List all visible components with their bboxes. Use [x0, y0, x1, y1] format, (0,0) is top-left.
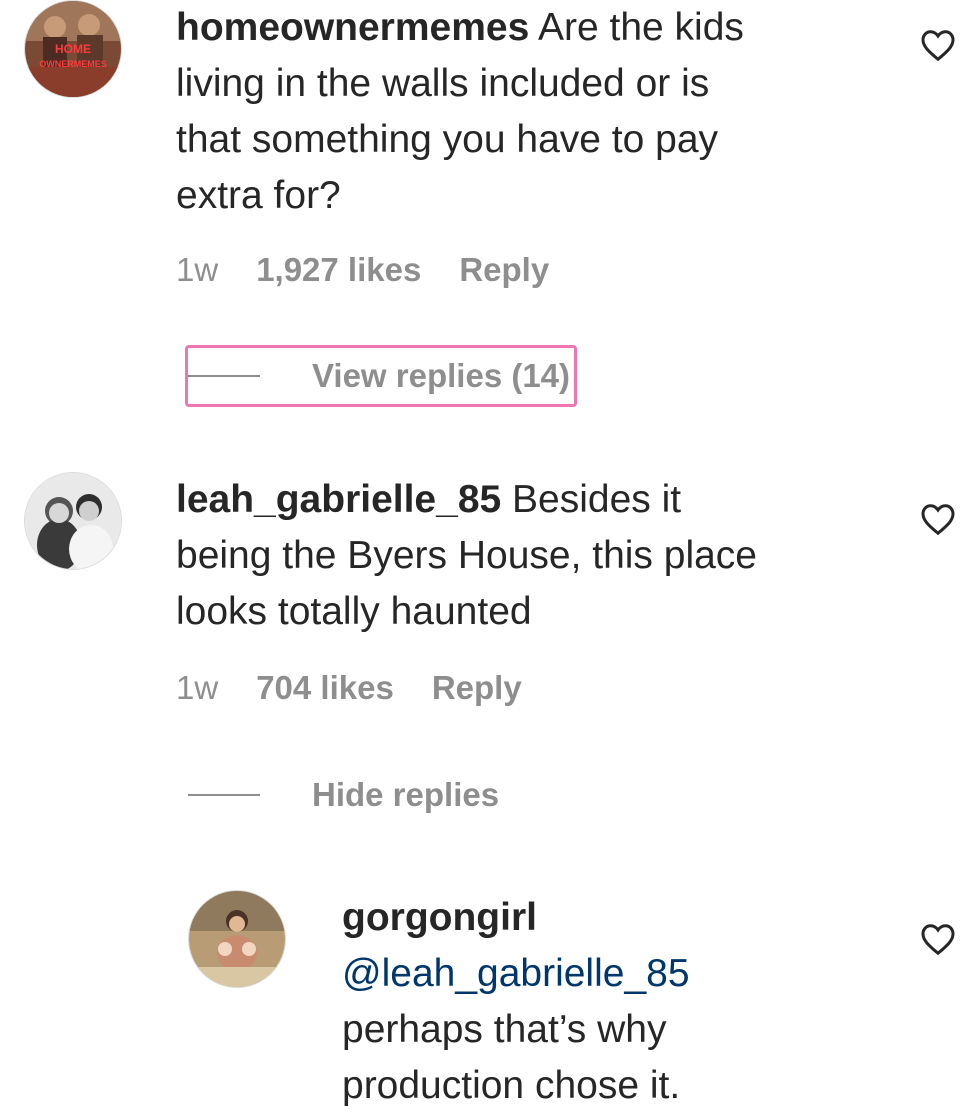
- hide-replies-button[interactable]: Hide replies: [188, 773, 499, 817]
- like-heart-icon[interactable]: [920, 502, 956, 536]
- comment-likes[interactable]: 704 likes: [256, 669, 394, 707]
- avatar-image: [189, 891, 285, 987]
- comment-meta: 1w 1,927 likes Reply: [176, 248, 549, 292]
- avatar[interactable]: HOME OWNERMEMES: [24, 0, 122, 98]
- comment-leah_gabrielle_85: leah_gabrielle_85 Besides it being the B…: [0, 470, 980, 830]
- comment-time: 1w: [176, 669, 219, 706]
- heart-icon: [921, 504, 955, 536]
- avatar-image: HOME OWNERMEMES: [25, 1, 121, 97]
- avatar[interactable]: [188, 890, 286, 988]
- comment-time: 1w: [176, 251, 219, 288]
- svg-text:HOME: HOME: [55, 42, 91, 56]
- avatar-image: [25, 473, 121, 569]
- comment-body: leah_gabrielle_85 Besides it being the B…: [176, 478, 758, 633]
- replies-divider: [188, 794, 260, 796]
- reply-button[interactable]: Reply: [459, 251, 549, 289]
- like-heart-icon[interactable]: [920, 28, 956, 62]
- comment-meta: 1w 704 likes Reply: [176, 666, 522, 710]
- comment-homeownermemes: HOME OWNERMEMES homeownermemes Are the k…: [0, 0, 980, 420]
- view-replies-button[interactable]: View replies (14): [185, 345, 578, 407]
- reply-gorgongirl: gorgongirl @leah_gabrielle_85 perhaps th…: [0, 886, 980, 1118]
- hide-replies-label: Hide replies: [312, 776, 500, 813]
- heart-icon: [921, 30, 955, 62]
- replies-divider: [188, 375, 260, 377]
- comment-username[interactable]: leah_gabrielle_85: [176, 478, 501, 521]
- comment-username[interactable]: homeownermemes: [176, 6, 529, 49]
- mention-link[interactable]: @leah_gabrielle_85: [342, 952, 690, 995]
- comment-body: homeownermemes Are the kids living in th…: [176, 6, 744, 217]
- comment-likes[interactable]: 1,927 likes: [256, 251, 421, 289]
- view-replies-label: View replies (14): [312, 357, 571, 394]
- reply-button[interactable]: Reply: [432, 669, 522, 707]
- svg-text:OWNERMEMES: OWNERMEMES: [39, 59, 107, 69]
- heart-icon: [921, 924, 955, 956]
- avatar[interactable]: [24, 472, 122, 570]
- like-heart-icon[interactable]: [920, 922, 956, 956]
- reply-username[interactable]: gorgongirl: [342, 896, 537, 939]
- reply-body: gorgongirl @leah_gabrielle_85 perhaps th…: [342, 896, 690, 1107]
